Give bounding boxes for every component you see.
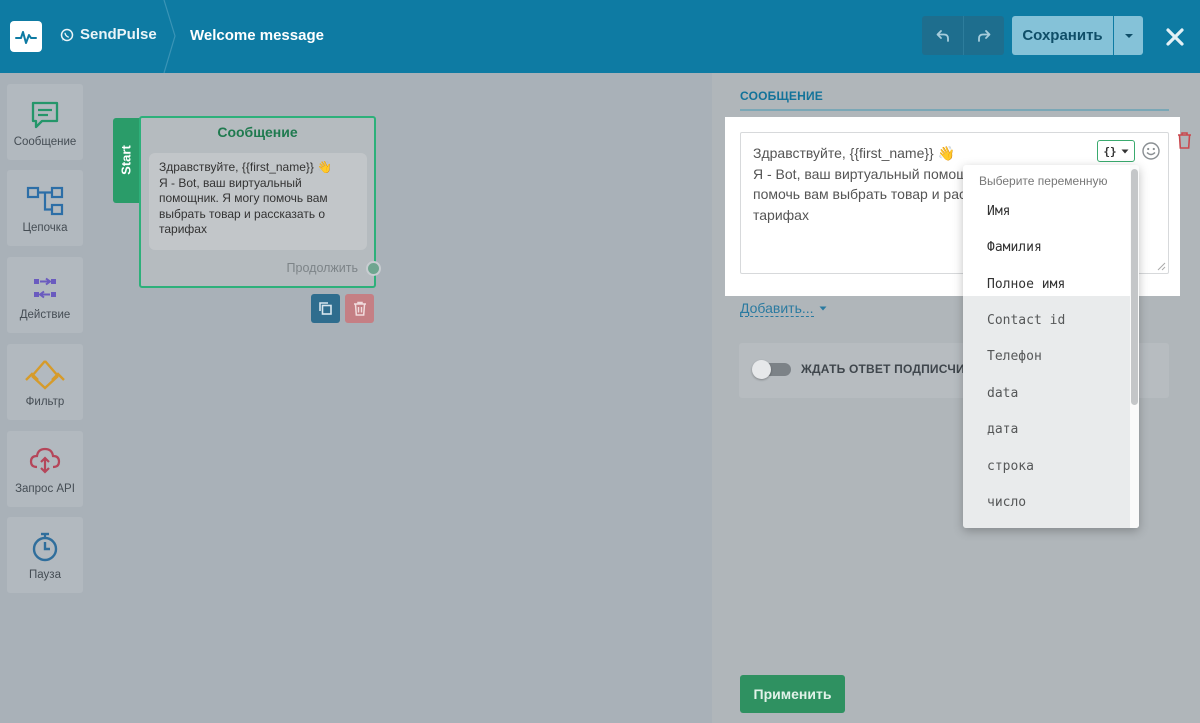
tool-label: Цепочка — [22, 222, 68, 234]
variable-option[interactable]: Contact id — [987, 313, 1065, 328]
variable-option[interactable]: строка — [987, 459, 1034, 474]
block-toolbar: Сообщение Цепочка Действие Фильтр Запрос… — [0, 73, 95, 723]
api-cloud-icon — [29, 447, 61, 474]
caret-down-icon[interactable] — [819, 306, 827, 311]
panel-heading: СООБЩЕНИЕ — [740, 89, 823, 103]
variable-dropdown: Выберите переменную Имя Фамилия Полное и… — [963, 165, 1139, 528]
save-options-button[interactable] — [1114, 16, 1143, 55]
variable-option[interactable]: дата — [987, 422, 1018, 437]
whatsapp-icon — [60, 28, 74, 41]
variable-option[interactable]: Телефон — [987, 349, 1042, 364]
close-button[interactable] — [1160, 22, 1190, 52]
variable-option[interactable]: Фамилия — [987, 240, 1042, 255]
tool-pause[interactable]: Пауза — [7, 517, 83, 593]
chain-icon — [26, 186, 64, 216]
toggle-knob — [752, 360, 771, 379]
action-icon — [34, 277, 56, 299]
tool-message[interactable]: Сообщение — [7, 84, 83, 160]
tool-label: Запрос API — [15, 483, 75, 495]
filter-icon — [25, 360, 65, 390]
copy-node-button[interactable] — [311, 294, 340, 323]
variable-option[interactable]: data — [987, 386, 1018, 401]
start-tab: Start — [113, 118, 140, 203]
dropdown-scroll-thumb[interactable] — [1131, 169, 1138, 405]
tool-label: Пауза — [29, 569, 61, 581]
brand-name: SendPulse — [80, 26, 157, 43]
add-content-link[interactable]: Добавить... — [740, 300, 814, 317]
page-title: Welcome message — [190, 27, 324, 44]
history-controls — [922, 16, 1004, 55]
app-logo[interactable] — [10, 21, 42, 52]
node-title: Сообщение — [217, 124, 298, 140]
redo-button[interactable] — [963, 16, 1004, 55]
dropdown-header: Выберите переменную — [979, 174, 1108, 188]
continue-label: Продолжить — [286, 261, 358, 275]
emoji-icon[interactable] — [1141, 141, 1161, 161]
undo-icon — [936, 29, 949, 42]
node-output-connector[interactable] — [366, 261, 381, 276]
editor-line: Здравствуйте, {{first_name}} 👋 — [753, 145, 956, 161]
breadcrumb-separator-icon — [163, 0, 176, 73]
brand[interactable]: SendPulse — [60, 26, 157, 43]
braces-icon: {} — [1103, 144, 1117, 158]
message-icon — [31, 101, 59, 129]
start-label: Start — [118, 145, 134, 175]
tool-label: Действие — [19, 309, 71, 321]
apply-button[interactable]: Применить — [740, 675, 845, 713]
node-message-bubble: Здравствуйте, {{first_name}} 👋 Я - Bot, … — [149, 153, 367, 250]
tool-chain[interactable]: Цепочка — [7, 170, 83, 246]
redo-icon — [978, 29, 991, 42]
pulse-logo-icon — [15, 30, 37, 44]
caret-down-icon — [1124, 33, 1133, 38]
message-node[interactable]: Сообщение Здравствуйте, {{first_name}} 👋… — [139, 116, 376, 288]
node-message-text: Я - Bot, ваш виртуальный помощник. Я мог… — [159, 175, 328, 237]
tool-label: Фильтр — [25, 396, 65, 408]
copy-icon — [319, 302, 332, 315]
undo-button[interactable] — [922, 16, 963, 55]
top-bar: SendPulse Welcome message Сохранить — [0, 0, 1200, 73]
node-message-line1: Здравствуйте, {{first_name}} 👋 — [159, 160, 333, 174]
delete-message-icon[interactable] — [1176, 131, 1192, 149]
timer-icon — [32, 532, 58, 562]
variable-option[interactable]: Имя — [987, 204, 1010, 219]
delete-node-button[interactable] — [345, 294, 374, 323]
save-button[interactable]: Сохранить — [1012, 16, 1113, 55]
tool-api-request[interactable]: Запрос API — [7, 431, 83, 507]
insert-variable-button[interactable]: {} — [1097, 140, 1135, 162]
heading-divider — [740, 109, 1169, 111]
wait-reply-toggle[interactable] — [752, 360, 791, 379]
variable-option[interactable]: Полное имя — [987, 277, 1065, 292]
tool-filter[interactable]: Фильтр — [7, 344, 83, 420]
variable-option[interactable]: число — [987, 495, 1026, 510]
resize-handle-icon[interactable] — [1157, 262, 1166, 271]
wait-reply-label: ЖДАТЬ ОТВЕТ ПОДПИСЧИКА — [801, 362, 982, 376]
close-icon — [1166, 28, 1184, 46]
tool-label: Сообщение — [13, 136, 77, 148]
dropdown-shade — [963, 296, 1130, 528]
tool-action[interactable]: Действие — [7, 257, 83, 333]
trash-icon — [353, 301, 366, 316]
caret-down-icon — [1121, 149, 1129, 153]
